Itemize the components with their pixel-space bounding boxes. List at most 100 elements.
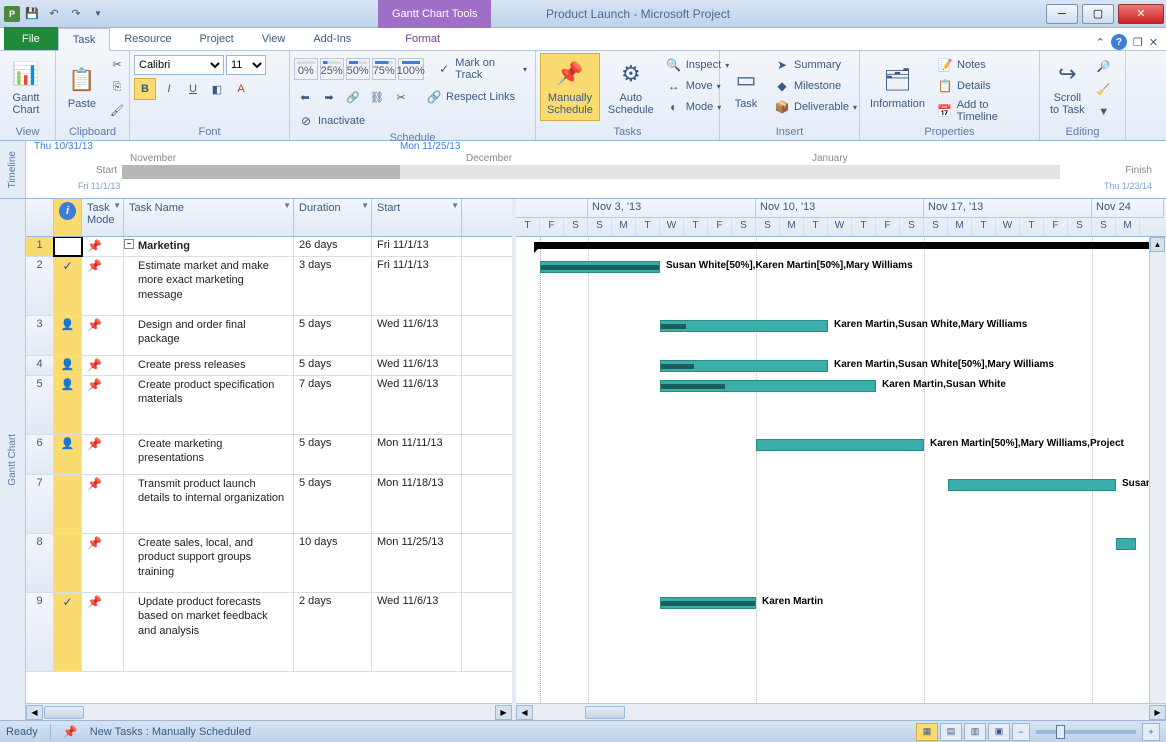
task-bar[interactable]: [660, 360, 828, 372]
zoom-in-button[interactable]: +: [1142, 723, 1160, 741]
day-header[interactable]: F: [708, 218, 732, 237]
cell-indicator[interactable]: 👤: [54, 356, 82, 375]
milestone-button[interactable]: ◆Milestone: [770, 76, 861, 96]
day-header[interactable]: S: [756, 218, 780, 237]
chart-hscroll[interactable]: ◀ ▶: [516, 703, 1166, 720]
day-header[interactable]: M: [780, 218, 804, 237]
copy-button[interactable]: ⎘: [106, 76, 128, 98]
cell-name[interactable]: Transmit product launch details to inter…: [124, 475, 294, 533]
cell-mode[interactable]: 📌: [82, 257, 124, 315]
information-button[interactable]: 🗂 Information: [864, 53, 931, 121]
day-header[interactable]: S: [1092, 218, 1116, 237]
clear-button[interactable]: 🧹: [1093, 78, 1115, 100]
split-button[interactable]: ✂: [390, 86, 412, 108]
collapse-button[interactable]: −: [124, 239, 134, 249]
cell-name[interactable]: Create product specification materials: [124, 376, 294, 434]
cell-duration[interactable]: 2 days: [294, 593, 372, 671]
task-bar[interactable]: [1116, 538, 1136, 550]
cell-name[interactable]: Design and order final package: [124, 316, 294, 355]
row-number[interactable]: 9: [26, 593, 54, 671]
help-button[interactable]: ?: [1111, 34, 1127, 50]
deliverable-button[interactable]: 📦Deliverable▾: [770, 97, 861, 117]
vscroll-up[interactable]: ▲: [1150, 237, 1165, 252]
task-bar[interactable]: [660, 597, 756, 609]
row-number[interactable]: 2: [26, 257, 54, 315]
add-timeline-button[interactable]: 📅Add to Timeline: [933, 97, 1035, 125]
row-number[interactable]: 7: [26, 475, 54, 533]
day-header[interactable]: S: [924, 218, 948, 237]
chart-hscroll-right[interactable]: ▶: [1149, 705, 1166, 720]
close-window-icon[interactable]: ✕: [1149, 36, 1158, 49]
day-header[interactable]: S: [1068, 218, 1092, 237]
view-resource-sheet-button[interactable]: ▣: [988, 723, 1010, 741]
minimize-button[interactable]: ─: [1046, 4, 1078, 24]
cell-mode[interactable]: 📌: [82, 534, 124, 592]
insert-task-button[interactable]: ▭ Task: [724, 53, 768, 121]
row-number[interactable]: 5: [26, 376, 54, 434]
cell-duration[interactable]: 26 days: [294, 237, 372, 256]
tab-project[interactable]: Project: [185, 27, 247, 50]
day-header[interactable]: S: [900, 218, 924, 237]
week-3[interactable]: Nov 24: [1092, 199, 1164, 218]
hscroll-right[interactable]: ▶: [495, 705, 512, 720]
tab-format[interactable]: Format: [391, 27, 454, 50]
cell-name[interactable]: Create sales, local, and product support…: [124, 534, 294, 592]
cell-mode[interactable]: 📌: [82, 475, 124, 533]
unlink-button[interactable]: ⛓: [366, 86, 388, 108]
day-header[interactable]: S: [732, 218, 756, 237]
scroll-to-task-button[interactable]: ↪ Scroll to Task: [1044, 53, 1091, 121]
link-button[interactable]: 🔗: [342, 86, 364, 108]
week-0[interactable]: Nov 3, '13: [588, 199, 756, 218]
day-header[interactable]: T: [804, 218, 828, 237]
hscroll-left[interactable]: ◀: [26, 705, 43, 720]
task-bar[interactable]: [540, 261, 660, 273]
summary-button[interactable]: ➤Summary: [770, 55, 861, 75]
cell-duration[interactable]: 5 days: [294, 475, 372, 533]
timeline-sidebar[interactable]: Timeline: [0, 141, 26, 198]
task-bar[interactable]: [660, 320, 828, 332]
row-number[interactable]: 8: [26, 534, 54, 592]
cell-indicator[interactable]: [54, 475, 82, 533]
day-header[interactable]: M: [1116, 218, 1140, 237]
pct-0-button[interactable]: 0%: [294, 58, 318, 80]
gantt-sidebar[interactable]: Gantt Chart: [0, 199, 26, 720]
tab-addins[interactable]: Add-Ins: [299, 27, 365, 50]
week-2[interactable]: Nov 17, '13: [924, 199, 1092, 218]
day-header[interactable]: T: [516, 218, 540, 237]
cell-indicator[interactable]: 👤: [54, 435, 82, 474]
day-header[interactable]: T: [636, 218, 660, 237]
tab-task[interactable]: Task: [58, 28, 111, 51]
th-duration[interactable]: Duration▼: [294, 199, 372, 236]
table-hscroll[interactable]: ◀ ▶: [26, 703, 512, 720]
cell-duration[interactable]: 5 days: [294, 316, 372, 355]
cell-mode[interactable]: 📌: [82, 356, 124, 375]
pct-75-button[interactable]: 75%: [372, 58, 396, 80]
cell-mode[interactable]: 📌: [82, 376, 124, 434]
notes-button[interactable]: 📝Notes: [933, 55, 1035, 75]
gantt-chart-button[interactable]: 📊 Gantt Chart: [4, 53, 48, 121]
th-name[interactable]: Task Name▼: [124, 199, 294, 236]
timeline-bar-right[interactable]: [400, 165, 1060, 179]
italic-button[interactable]: I: [158, 78, 180, 100]
cell-indicator[interactable]: 👤: [54, 376, 82, 434]
cell-name[interactable]: −Marketing: [124, 237, 294, 256]
inactivate-button[interactable]: ⊘Inactivate: [294, 111, 369, 131]
tab-view[interactable]: View: [248, 27, 300, 50]
cell-indicator[interactable]: ✓: [54, 257, 82, 315]
hscroll-thumb[interactable]: [44, 706, 84, 719]
cell-duration[interactable]: 7 days: [294, 376, 372, 434]
restore-window-icon[interactable]: ❐: [1133, 36, 1143, 49]
row-number[interactable]: 1: [26, 237, 54, 256]
day-header[interactable]: T: [1020, 218, 1044, 237]
cell-indicator[interactable]: 👤: [54, 316, 82, 355]
day-header[interactable]: W: [660, 218, 684, 237]
cell-duration[interactable]: 3 days: [294, 257, 372, 315]
cell-start[interactable]: Wed 11/6/13: [372, 316, 462, 355]
font-size-select[interactable]: 11: [226, 55, 266, 75]
day-header[interactable]: F: [1044, 218, 1068, 237]
fill-color-button[interactable]: ◧: [206, 78, 228, 100]
file-tab[interactable]: File: [4, 27, 58, 50]
cell-duration[interactable]: 10 days: [294, 534, 372, 592]
task-bar[interactable]: [660, 380, 876, 392]
day-header[interactable]: T: [972, 218, 996, 237]
